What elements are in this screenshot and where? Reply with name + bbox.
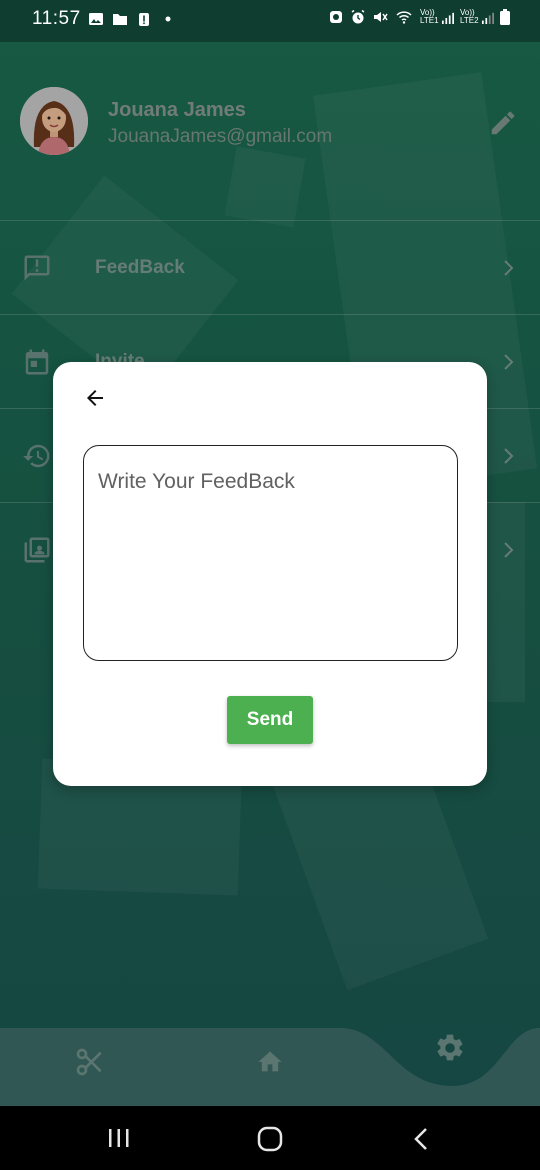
signal-lte2-icon: Vo)) LTE2 bbox=[460, 9, 494, 25]
status-left-icons bbox=[88, 11, 176, 27]
status-time: 11:57 bbox=[32, 8, 81, 29]
home-circle-icon[interactable] bbox=[256, 1126, 284, 1152]
folder-icon bbox=[113, 14, 127, 25]
feedback-dialog: Send bbox=[53, 362, 487, 786]
wifi-icon bbox=[396, 11, 412, 24]
status-right-icons: Vo)) LTE1 Vo)) LTE2 bbox=[328, 9, 510, 25]
feedback-input[interactable] bbox=[83, 445, 458, 661]
send-button[interactable]: Send bbox=[227, 696, 313, 744]
mute-icon bbox=[374, 12, 388, 22]
battery-alert-icon bbox=[139, 13, 149, 26]
back-chevron-icon[interactable] bbox=[410, 1126, 434, 1152]
system-navigation-bar bbox=[0, 1106, 540, 1170]
arrow-back-icon[interactable] bbox=[81, 386, 109, 410]
dot-icon bbox=[165, 16, 171, 22]
signal-lte1-icon: Vo)) LTE1 bbox=[420, 9, 454, 25]
status-bar: 11:57 Vo)) LTE1 Vo)) LTE2 bbox=[0, 0, 540, 42]
notification-icon bbox=[330, 11, 342, 23]
recent-apps-icon[interactable] bbox=[106, 1126, 132, 1150]
image-icon bbox=[89, 13, 103, 25]
lte2-label: Vo)) LTE2 bbox=[460, 8, 479, 25]
lte1-label: Vo)) LTE1 bbox=[420, 8, 439, 25]
alarm-icon bbox=[351, 9, 365, 24]
battery-icon bbox=[500, 9, 510, 25]
